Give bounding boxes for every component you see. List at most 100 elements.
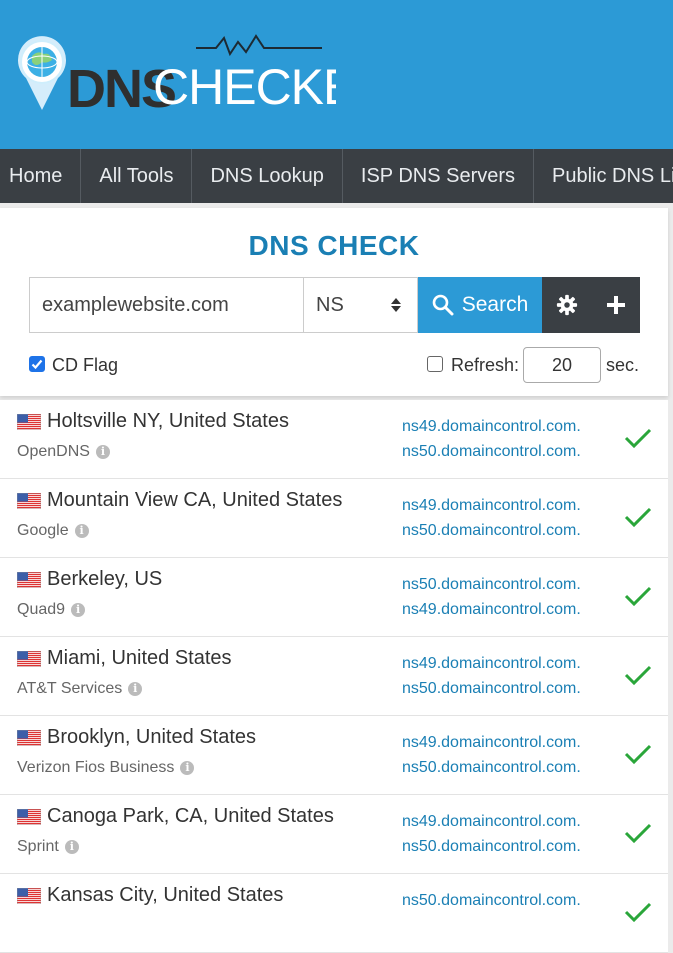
site-header: DNS CHECKER (0, 0, 673, 149)
refresh-checkbox[interactable] (427, 356, 443, 372)
location-name: Holtsville NY, United States (47, 410, 289, 432)
page-title: DNS CHECK (248, 230, 420, 261)
search-button[interactable]: Search (418, 277, 542, 333)
check-icon (624, 586, 652, 607)
location-name: Brooklyn, United States (47, 726, 256, 748)
record-type-select[interactable]: NS (303, 277, 418, 333)
add-button[interactable] (591, 277, 640, 333)
nameserver-value: ns49.domaincontrol.com. (402, 655, 581, 672)
domain-input[interactable] (29, 277, 303, 333)
result-provider: Quad9 i (17, 601, 86, 619)
provider-name: Sprint (17, 838, 59, 855)
us-flag-icon (17, 887, 41, 904)
nameserver-list: ns50.domaincontrol.com. (402, 888, 581, 913)
check-icon (624, 507, 652, 528)
nameserver-value: ns50.domaincontrol.com. (402, 680, 581, 697)
info-icon[interactable]: i (71, 603, 86, 617)
result-row: Holtsville NY, United States OpenDNS i ns49… (0, 400, 668, 479)
result-location: Canoga Park, CA, United States (17, 805, 334, 828)
nav-home[interactable]: Home (0, 149, 82, 203)
search-button-label: Search (461, 293, 529, 316)
result-provider: Google i (17, 522, 89, 540)
svg-text:CHECKER: CHECKER (153, 59, 336, 112)
gear-icon (556, 294, 577, 316)
nameserver-list: ns49.domaincontrol.com. ns50.domaincontro… (402, 809, 581, 859)
location-name: Mountain View CA, United States (47, 489, 343, 511)
result-row: Berkeley, US Quad9 i ns50.domaincontrol.com… (0, 558, 668, 637)
provider-name: AT&T Services (17, 680, 123, 697)
provider-name: OpenDNS (17, 443, 90, 460)
select-arrows-icon (391, 298, 401, 312)
nav-all-tools[interactable]: All Tools (81, 149, 193, 203)
results-list: Holtsville NY, United States OpenDNS i ns49… (0, 400, 668, 953)
us-flag-icon (17, 729, 41, 746)
nameserver-value: ns49.domaincontrol.com. (402, 813, 581, 830)
check-icon (624, 744, 652, 765)
provider-name: Google (17, 522, 69, 539)
location-name: Berkeley, US (47, 568, 163, 590)
check-icon (624, 428, 652, 449)
check-icon (624, 902, 652, 923)
nameserver-list: ns49.domaincontrol.com. ns50.domaincontro… (402, 414, 581, 464)
check-icon (624, 665, 652, 686)
info-icon[interactable]: i (128, 682, 143, 696)
info-icon[interactable]: i (180, 761, 195, 775)
nameserver-value: ns50.domaincontrol.com. (402, 759, 581, 776)
result-provider: AT&T Services i (17, 680, 143, 698)
nameserver-value: ns49.domaincontrol.com. (402, 497, 581, 514)
location-name: Canoga Park, CA, United States (47, 805, 334, 827)
location-name: Miami, United States (47, 647, 232, 669)
nameserver-list: ns49.domaincontrol.com. ns50.domaincontro… (402, 730, 581, 780)
refresh-interval-input[interactable]: 20 (523, 347, 601, 383)
search-bar: NS Search (29, 277, 640, 333)
result-provider: OpenDNS i (17, 443, 110, 461)
info-icon[interactable]: i (95, 445, 110, 459)
main-nav: Home All Tools DNS Lookup ISP DNS Server… (0, 149, 673, 203)
nameserver-value: ns50.domaincontrol.com. (402, 522, 581, 539)
dns-check-panel: DNS CHECK NS Search (0, 208, 668, 396)
provider-name: Verizon Fios Business (17, 759, 175, 776)
result-location: Miami, United States (17, 647, 232, 670)
result-location: Berkeley, US (17, 568, 162, 591)
nameserver-value: ns50.domaincontrol.com. (402, 892, 581, 909)
check-icon (624, 823, 652, 844)
nameserver-list: ns49.domaincontrol.com. ns50.domaincontro… (402, 493, 581, 543)
result-row: Kansas City, United States ns50.domaincon… (0, 874, 668, 953)
result-location: Brooklyn, United States (17, 726, 256, 749)
checkmark-icon (31, 359, 43, 370)
refresh-label: Refresh: (451, 355, 520, 375)
result-row: Brooklyn, United States Verizon Fios Busi… (0, 716, 668, 795)
info-icon[interactable]: i (64, 840, 79, 854)
location-name: Kansas City, United States (47, 884, 284, 906)
us-flag-icon (17, 650, 41, 667)
options-row: CD Flag Refresh: 20 sec. (29, 347, 639, 385)
cd-flag-checkbox[interactable] (29, 356, 45, 372)
plus-icon (606, 296, 625, 314)
search-icon (432, 294, 454, 316)
us-flag-icon (17, 571, 41, 588)
result-location: Holtsville NY, United States (17, 410, 289, 433)
nav-dns-lookup[interactable]: DNS Lookup (192, 149, 343, 203)
us-flag-icon (17, 492, 41, 509)
nav-public-dns-list[interactable]: Public DNS List (534, 149, 673, 203)
nav-isp-dns-servers[interactable]: ISP DNS Servers (343, 149, 535, 203)
settings-button[interactable] (542, 277, 591, 333)
info-icon[interactable]: i (74, 524, 89, 538)
dnschecker-logo[interactable]: DNS CHECKER (16, 32, 336, 112)
record-type-value: NS (316, 293, 344, 316)
nameserver-value: ns49.domaincontrol.com. (402, 601, 581, 618)
result-provider: Sprint i (17, 838, 79, 856)
nameserver-value: ns49.domaincontrol.com. (402, 418, 581, 435)
result-row: Miami, United States AT&T Services i ns49.d… (0, 637, 668, 716)
cd-flag-label: CD Flag (52, 355, 119, 375)
us-flag-icon (17, 413, 41, 430)
result-provider: Verizon Fios Business i (17, 759, 195, 777)
refresh-unit-label: sec. (606, 355, 640, 375)
result-row: Mountain View CA, United States Google i ns… (0, 479, 668, 558)
result-location: Mountain View CA, United States (17, 489, 342, 512)
nameserver-value: ns50.domaincontrol.com. (402, 576, 581, 593)
nameserver-list: ns49.domaincontrol.com. ns50.domaincontro… (402, 651, 581, 701)
provider-name: Quad9 (17, 601, 66, 618)
result-row: Canoga Park, CA, United States Sprint i ns4… (0, 795, 668, 874)
globe-pin-icon (18, 36, 67, 111)
